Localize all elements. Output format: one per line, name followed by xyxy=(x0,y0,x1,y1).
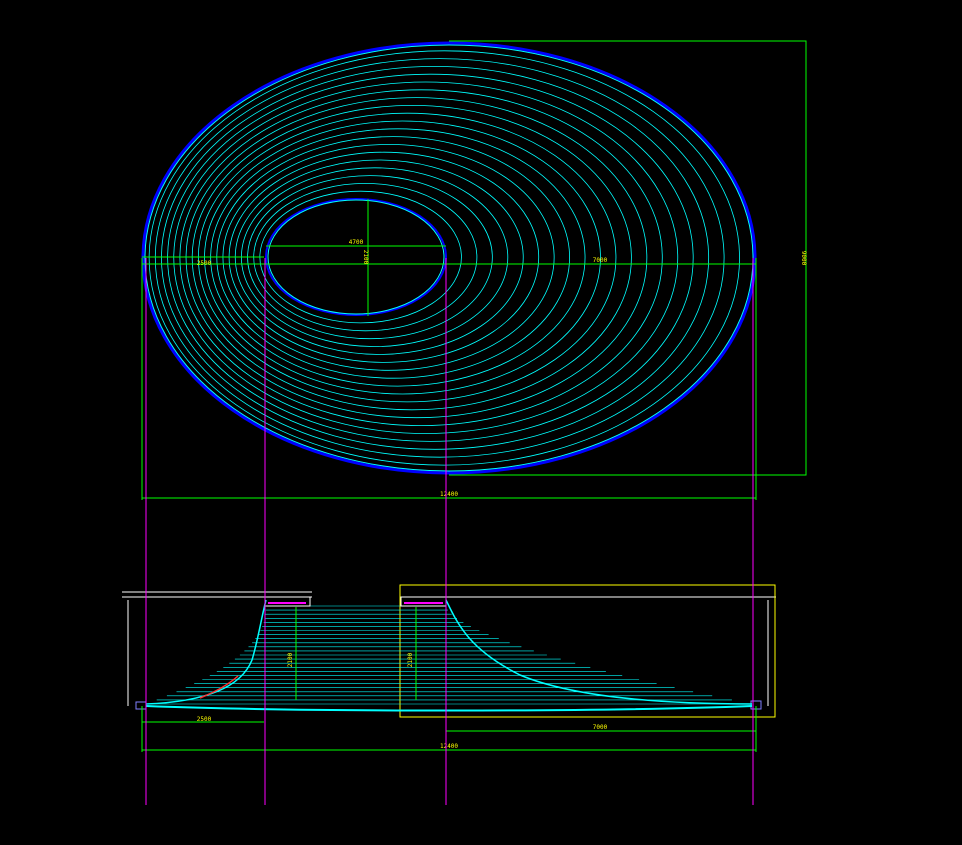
plan-right-radius-label: 7000 xyxy=(593,257,608,264)
plan-opening-depth-label: 2100 xyxy=(362,250,369,265)
background xyxy=(0,0,962,845)
section-right-width-label: 7000 xyxy=(593,724,608,731)
section-left-width-label: 2500 xyxy=(197,716,212,723)
section-height-left-label: 2100 xyxy=(287,652,294,667)
plan-opening xyxy=(265,198,447,316)
section-overall-width-label: 12400 xyxy=(440,743,458,750)
section-height-right-label: 2100 xyxy=(407,652,414,667)
plan-overall-width-label: 12400 xyxy=(440,491,458,498)
plan-left-radius-label: 2500 xyxy=(197,260,212,267)
cad-drawing: 2500 4700 2100 7000 12400 9000 2100 2100… xyxy=(0,0,962,845)
plan-opening-width-label: 4700 xyxy=(349,239,364,246)
plan-overall-height-label: 9000 xyxy=(800,251,807,266)
